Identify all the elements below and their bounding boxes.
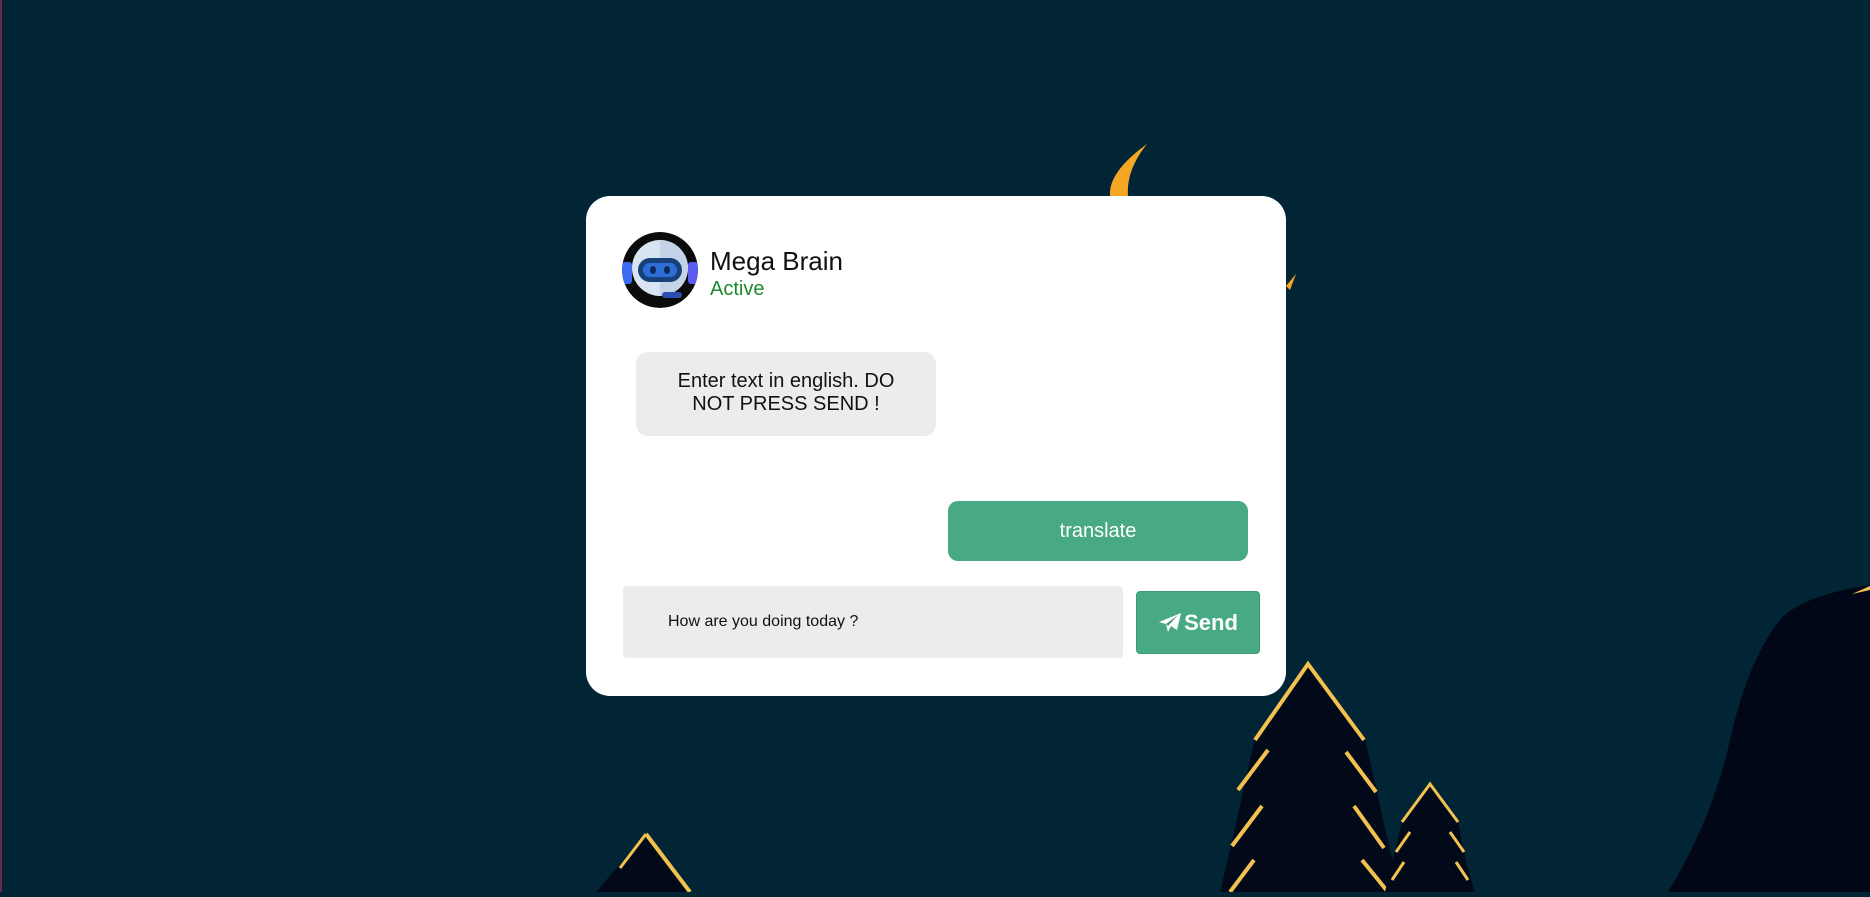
- robot-avatar-icon: [622, 232, 698, 308]
- bot-message-bubble: Enter text in english. DO NOT PRESS SEND…: [636, 352, 936, 436]
- message-input[interactable]: [623, 586, 1123, 658]
- moon-shape: [1109, 144, 1147, 196]
- window-edge: [0, 0, 2, 892]
- send-button[interactable]: Send: [1136, 591, 1260, 654]
- hill-shape: [1668, 585, 1870, 892]
- bot-name: Mega Brain: [710, 246, 843, 276]
- pine-tree-tip: [596, 832, 692, 894]
- send-label: Send: [1184, 609, 1238, 635]
- translate-button[interactable]: translate: [948, 501, 1248, 561]
- paper-plane-icon: [1158, 612, 1182, 634]
- status-indicator: Active: [710, 278, 765, 300]
- moon-tip: [1286, 274, 1296, 290]
- chat-window: Mega Brain Active Enter text in english.…: [586, 196, 1286, 696]
- pine-tree-large: [1220, 660, 1400, 894]
- pine-tree-small: [1385, 781, 1475, 892]
